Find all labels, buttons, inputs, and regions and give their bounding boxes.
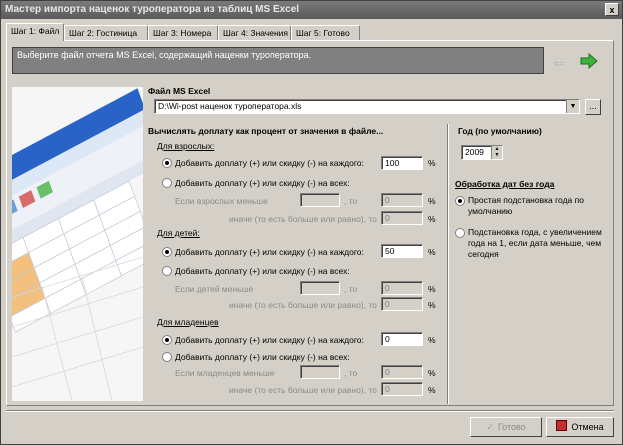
children-if-less-label: Если детей меньше	[175, 284, 254, 294]
excel-screenshot-icon	[12, 87, 143, 401]
adults-then-label: , то	[344, 196, 358, 206]
infants-each-input[interactable]: 0	[381, 332, 423, 346]
dates-increment-label: Подстановка года, с увеличением года на …	[468, 227, 602, 259]
footer-separator	[6, 410, 614, 412]
percent-label: %	[428, 300, 436, 310]
adults-else-input[interactable]: 0	[381, 211, 423, 225]
forward-arrow-icon[interactable]	[580, 53, 598, 69]
instruction-banner: Выберите файл отчета MS Excel, содержащи…	[12, 47, 544, 74]
infants-heading: Для младенцев	[157, 317, 219, 327]
back-arrow-icon[interactable]: ⇐	[553, 55, 565, 72]
infants-all-label: Добавить доплату (+) или скидку (-) на в…	[175, 352, 350, 362]
children-if-less-input[interactable]	[300, 281, 340, 295]
done-button[interactable]: ✓ Готово	[470, 417, 542, 437]
calc-heading: Вычислять доплату как процент от значени…	[148, 126, 384, 136]
year-value: 2009	[465, 147, 484, 157]
dates-simple-label: Простая подстановка года по умолчанию	[468, 195, 584, 216]
chevron-down-icon[interactable]: ▼	[566, 100, 579, 113]
percent-label: %	[428, 214, 436, 224]
infants-each-label: Добавить доплату (+) или скидку (-) на к…	[175, 335, 364, 345]
window-title: Мастер импорта наценок туроператора из т…	[5, 4, 300, 15]
check-icon: ✓	[486, 422, 494, 432]
adults-all-label: Добавить доплату (+) или скидку (-) на в…	[175, 178, 350, 188]
children-else-label: иначе (то есть больше или равно), то	[229, 300, 377, 310]
children-each-input[interactable]: 50	[381, 244, 423, 258]
infants-if-less-label: Если младенцев меньше	[175, 368, 275, 378]
dates-heading: Обработка дат без года	[455, 179, 555, 189]
children-each-radio[interactable]	[162, 247, 172, 257]
adults-then-input[interactable]: 0	[381, 193, 423, 207]
percent-label: %	[428, 158, 436, 168]
adults-if-less-input[interactable]	[300, 193, 340, 207]
percent-label: %	[428, 385, 436, 395]
percent-label: %	[428, 196, 436, 206]
percent-label: %	[428, 335, 436, 345]
adults-else-label: иначе (то есть больше или равно), то	[229, 214, 377, 224]
close-button[interactable]: x	[605, 3, 619, 16]
year-spinner[interactable]: 2009 ▲ ▼	[461, 145, 503, 160]
adults-each-input[interactable]: 100	[381, 156, 423, 170]
children-heading: Для детей:	[157, 228, 200, 238]
adults-each-label: Добавить доплату (+) или скидку (-) на к…	[175, 158, 364, 168]
excel-illustration	[12, 87, 143, 401]
year-label: Год (по умолчанию)	[458, 126, 542, 136]
percent-label: %	[428, 247, 436, 257]
tab-step4[interactable]: Шаг 4: Значения	[218, 25, 291, 40]
percent-label: %	[428, 284, 436, 294]
infants-else-input[interactable]: 0	[381, 382, 423, 396]
children-each-label: Добавить доплату (+) или скидку (-) на к…	[175, 247, 364, 257]
done-label: Готово	[497, 422, 526, 432]
file-path-value: D:\Wi-post наценок туроператора.xls	[158, 101, 302, 111]
infants-all-radio[interactable]	[162, 352, 172, 362]
cancel-icon	[556, 420, 568, 431]
infants-each-radio[interactable]	[162, 335, 172, 345]
adults-if-less-label: Если взрослых меньше	[175, 196, 268, 206]
tab-step2[interactable]: Шаг 2: Гостиница	[64, 25, 148, 40]
adults-each-radio[interactable]	[162, 158, 172, 168]
vertical-divider	[447, 124, 449, 404]
adults-heading: Для взрослых:	[157, 141, 215, 151]
children-then-input[interactable]: 0	[381, 281, 423, 295]
infants-if-less-input[interactable]	[300, 365, 340, 379]
spinner-arrows-icon[interactable]: ▲ ▼	[491, 146, 502, 159]
browse-button[interactable]: ...	[585, 99, 601, 115]
tab-step5[interactable]: Шаг 5: Готово	[291, 25, 360, 40]
infants-else-label: иначе (то есть больше или равно), то	[229, 385, 377, 395]
infants-then-input[interactable]: 0	[381, 365, 423, 379]
title-bar: Мастер импорта наценок туроператора из т…	[1, 1, 622, 19]
children-all-label: Добавить доплату (+) или скидку (-) на в…	[175, 266, 350, 276]
infants-then-label: , то	[344, 368, 358, 378]
file-path-combo[interactable]: D:\Wi-post наценок туроператора.xls ▼	[154, 99, 580, 114]
dates-simple-radio[interactable]	[455, 196, 465, 206]
tab-step3[interactable]: Шаг 3: Номера	[148, 25, 218, 40]
percent-label: %	[428, 368, 436, 378]
dates-increment-radio[interactable]	[455, 228, 465, 238]
cancel-button[interactable]: Отмена	[546, 417, 614, 437]
tab-step1[interactable]: Шаг 1: Файл	[6, 23, 64, 41]
children-else-input[interactable]: 0	[381, 297, 423, 311]
adults-all-radio[interactable]	[162, 178, 172, 188]
children-then-label: , то	[344, 284, 358, 294]
cancel-label: Отмена	[571, 422, 604, 432]
file-label: Файл MS Excel	[148, 86, 211, 96]
children-all-radio[interactable]	[162, 266, 172, 276]
